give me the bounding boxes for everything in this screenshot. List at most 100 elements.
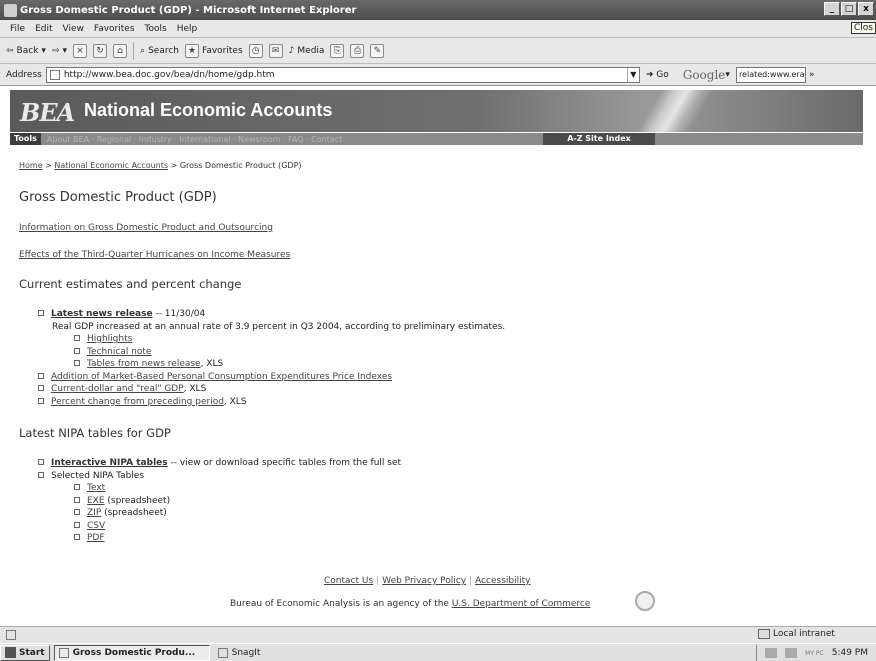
list-item: Current-dollar and "real" GDP, XLS	[38, 383, 505, 396]
news-date: -- 11/30/04	[152, 309, 206, 319]
commerce-seal-icon[interactable]	[635, 591, 655, 611]
bullet-icon	[74, 347, 80, 354]
page-status-icon	[6, 630, 16, 640]
refresh-icon[interactable]: ↻	[93, 43, 108, 58]
menu-file[interactable]: File	[10, 24, 25, 34]
forward-arrow-icon: ⇨	[51, 45, 60, 56]
web-page: BEA National Economic Accounts Tools Abo…	[0, 86, 876, 626]
back-arrow-icon: ⇦	[6, 45, 14, 56]
commerce-link[interactable]: U.S. Department of Commerce	[452, 599, 591, 609]
current-dollar-real-gdp-link[interactable]: Current-dollar and "real" GDP	[51, 384, 184, 394]
list-item: Tables from news release, XLS	[38, 358, 505, 371]
taskbar-item-snagit[interactable]: SnagIt	[214, 645, 265, 661]
page-icon	[49, 69, 60, 80]
taskbar-item-ie[interactable]: Gross Domestic Produ...	[53, 644, 210, 661]
network-icon[interactable]	[765, 648, 778, 658]
pce-price-indexes-link[interactable]: Addition of Market-Based Personal Consum…	[51, 372, 392, 382]
nipa-list: Interactive NIPA tables -- view or downl…	[38, 457, 401, 545]
forward-button[interactable]: ⇨ ▾	[52, 46, 67, 56]
page-title: Gross Domestic Product (GDP)	[19, 190, 217, 205]
nipa-zip-link[interactable]: ZIP	[87, 508, 101, 518]
contact-us-link[interactable]: Contact Us	[324, 576, 373, 586]
google-dropdown-icon[interactable]: ▾	[725, 70, 730, 80]
nav-links[interactable]: About BEA · Regional · Industry · Intern…	[47, 135, 342, 144]
list-item: EXE (spreadsheet)	[38, 495, 401, 508]
status-bar: Local intranet	[0, 626, 876, 643]
ie-task-icon	[58, 647, 69, 658]
search-button[interactable]: ⌕ Search	[140, 46, 179, 56]
window-titlebar[interactable]: Gross Domestic Product (GDP) - Microsoft…	[0, 0, 876, 20]
edit-icon[interactable]: ✎	[370, 43, 385, 58]
technical-note-link[interactable]: Technical note	[87, 347, 151, 357]
print-icon[interactable]: ⎙	[350, 43, 365, 58]
maximize-button[interactable]: □	[841, 2, 857, 16]
bea-logo[interactable]: BEA	[20, 98, 75, 127]
bullet-icon	[38, 310, 44, 316]
menu-edit[interactable]: Edit	[35, 24, 52, 34]
latest-news-release-link[interactable]: Latest news release	[51, 309, 153, 319]
list-item: Technical note	[38, 346, 505, 359]
start-button[interactable]: Start	[0, 644, 50, 661]
percent-change-link[interactable]: Percent change from preceding period	[51, 397, 224, 407]
menu-tools[interactable]: Tools	[145, 24, 167, 34]
favorites-button[interactable]: ★ Favorites	[184, 43, 243, 58]
toolbar-overflow-icon[interactable]: »	[809, 70, 815, 80]
tools-tab[interactable]: Tools	[10, 133, 41, 145]
bullet-icon	[74, 521, 80, 528]
nipa-text-link[interactable]: Text	[87, 483, 105, 493]
media-button[interactable]: ♪ Media	[289, 46, 325, 56]
menu-favorites[interactable]: Favorites	[94, 24, 135, 34]
taskbar: Start Gross Domestic Produ... SnagIt MY …	[0, 643, 876, 661]
breadcrumb: Home > National Economic Accounts > Gros…	[19, 161, 302, 170]
bullet-icon	[74, 496, 80, 503]
mail-icon[interactable]: ✉	[268, 43, 283, 58]
address-input[interactable]: http://www.bea.doc.gov/bea/dn/home/gdp.h…	[45, 66, 640, 83]
tables-news-release-link[interactable]: Tables from news release	[87, 359, 201, 369]
menu-help[interactable]: Help	[177, 24, 198, 34]
minimize-button[interactable]: _	[824, 2, 840, 16]
nipa-exe-link[interactable]: EXE	[87, 496, 105, 506]
bullet-icon	[74, 335, 80, 341]
nipa-csv-link[interactable]: CSV	[87, 521, 105, 531]
go-arrow-icon: ➜	[645, 69, 654, 80]
breadcrumb-nea[interactable]: National Economic Accounts	[54, 161, 168, 170]
list-item: Latest news release -- 11/30/04	[38, 308, 505, 321]
accessibility-link[interactable]: Accessibility	[475, 576, 530, 586]
copy-icon[interactable]: ⎘	[330, 43, 345, 58]
address-dropdown-icon[interactable]: ▼	[626, 67, 639, 82]
intranet-icon	[758, 629, 770, 639]
list-item: Percent change from preceding period, XL…	[38, 396, 505, 409]
banner-decoration	[570, 90, 770, 132]
security-zone: Local intranet	[758, 629, 835, 639]
google-search-input[interactable]: related:www.eraidc	[735, 66, 806, 83]
interactive-nipa-tables-link[interactable]: Interactive NIPA tables	[51, 458, 168, 468]
nipa-pdf-link[interactable]: PDF	[87, 533, 105, 543]
outsourcing-link[interactable]: Information on Gross Domestic Product an…	[19, 223, 273, 233]
bullet-icon	[38, 372, 44, 379]
home-icon[interactable]: ⌂	[113, 43, 128, 58]
menu-view[interactable]: View	[63, 24, 84, 34]
az-site-index-link[interactable]: A-Z Site Index	[543, 133, 655, 145]
site-banner: BEA National Economic Accounts	[10, 90, 863, 132]
back-button[interactable]: ⇦ Back ▾	[6, 46, 46, 56]
hurricanes-link[interactable]: Effects of the Third-Quarter Hurricanes …	[19, 250, 290, 260]
favorites-icon: ★	[184, 43, 199, 58]
clock[interactable]: 5:49 PM	[832, 648, 868, 658]
google-toolbar-logo[interactable]: Google	[683, 68, 726, 82]
privacy-policy-link[interactable]: Web Privacy Policy	[382, 576, 466, 586]
close-tooltip: Clos	[851, 22, 876, 34]
highlights-link[interactable]: Highlights	[87, 334, 132, 344]
breadcrumb-home[interactable]: Home	[19, 161, 43, 170]
stop-icon[interactable]: ×	[73, 43, 88, 58]
list-item: Text	[38, 482, 401, 495]
bullet-icon	[74, 360, 80, 366]
go-button[interactable]: ➜ Go	[646, 70, 669, 80]
current-estimates-list: Latest news release -- 11/30/04 Real GDP…	[38, 308, 505, 408]
history-icon[interactable]: ◷	[248, 43, 263, 58]
breadcrumb-current: Gross Domestic Product (GDP)	[179, 161, 302, 170]
current-estimates-heading: Current estimates and percent change	[19, 277, 242, 291]
menu-bar: File Edit View Favorites Tools Help	[0, 20, 876, 38]
close-button[interactable]: x	[858, 2, 874, 16]
search-icon: ⌕	[140, 45, 146, 56]
volume-icon[interactable]	[785, 648, 798, 658]
